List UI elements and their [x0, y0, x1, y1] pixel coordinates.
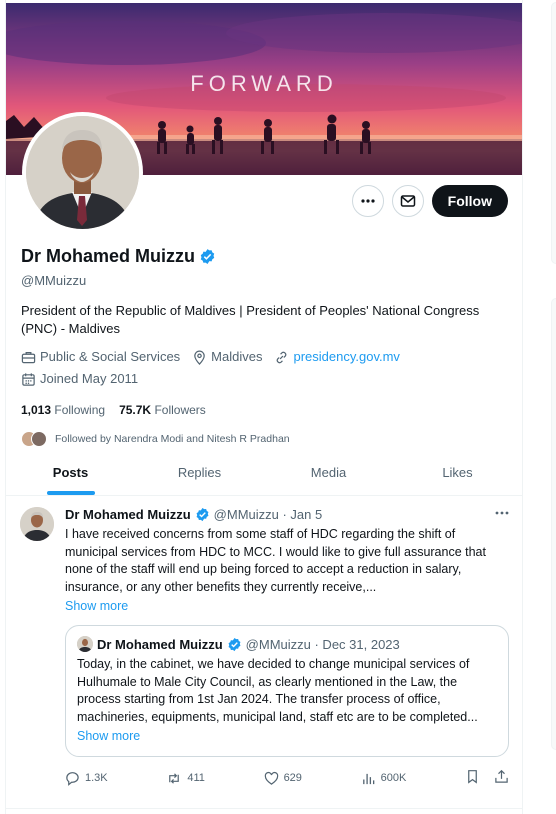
tweet-actions: 1.3K 411 629 600K	[65, 769, 509, 787]
like-count: 629	[283, 772, 302, 784]
followers-count: 75.7K	[119, 403, 152, 417]
tab-likes[interactable]: Likes	[393, 450, 522, 495]
heart-icon	[264, 771, 278, 785]
follow-counts: 1,013 Following 75.7K Followers	[21, 403, 511, 417]
tweet-text: I have received concerns from some staff…	[65, 527, 486, 594]
website-item[interactable]: presidency.gov.mv	[274, 348, 400, 366]
repost-count: 411	[187, 772, 205, 784]
message-button[interactable]	[391, 185, 424, 217]
avatar-image	[26, 116, 139, 229]
profile-info: Dr Mohamed Muizzu @MMuizzu President of …	[21, 246, 511, 447]
profile-tabs: Posts Replies Media Likes	[6, 450, 522, 496]
location-item: Maldives	[192, 348, 262, 366]
location-pin-icon	[194, 350, 205, 365]
bookmark-button[interactable]	[465, 769, 480, 787]
more-icon	[495, 511, 509, 515]
following-label: Following	[54, 403, 106, 417]
mail-icon	[400, 195, 415, 207]
calendar-icon	[22, 372, 35, 386]
followed-by-row[interactable]: Followed by Narendra Modi and Nitesh R P…	[21, 431, 511, 447]
tweet-handle-date[interactable]: @MMuizzu · Jan 5	[214, 507, 323, 522]
quoted-tweet-text: Today, in the cabinet, we have decided t…	[77, 657, 478, 724]
link-icon	[277, 351, 287, 363]
category-text: Public & Social Services	[40, 349, 181, 364]
tweet-avatar[interactable]	[20, 507, 54, 541]
right-sidebar-card	[551, 2, 556, 264]
reply-button[interactable]: 1.3K	[65, 769, 108, 787]
share-icon	[495, 769, 508, 783]
views-button[interactable]: 600K	[361, 769, 407, 787]
views-count: 600K	[380, 772, 407, 784]
tweet-show-more-link[interactable]: Show more	[65, 598, 510, 615]
more-icon	[361, 199, 375, 203]
quoted-tweet-show-more-link[interactable]: Show more	[77, 728, 497, 745]
followed-by-avatars	[21, 431, 47, 447]
tweet-author-name[interactable]: Dr Mohamed Muizzu	[65, 507, 191, 522]
followed-by-text: Followed by Narendra Modi and Nitesh R P…	[55, 433, 290, 445]
repost-button[interactable]: 411	[166, 769, 205, 787]
verified-badge-icon	[228, 637, 241, 651]
followers-label: Followers	[154, 403, 206, 417]
profile-name: Dr Mohamed Muizzu	[21, 246, 195, 266]
profile-handle: @MMuizzu	[21, 273, 87, 288]
more-options-button[interactable]	[351, 185, 384, 217]
category-item: Public & Social Services	[21, 348, 180, 366]
briefcase-icon	[21, 351, 36, 363]
follow-button[interactable]: Follow	[431, 185, 508, 217]
right-sidebar-card	[551, 298, 556, 750]
tweet-more-button[interactable]	[494, 505, 510, 524]
following-link[interactable]: 1,013 Following	[21, 403, 105, 417]
tweet-body: Dr Mohamed Muizzu @MMuizzu · Jan 5 I hav…	[65, 507, 510, 787]
follower-avatar	[31, 431, 47, 447]
quoted-tweet[interactable]: Dr Mohamed Muizzu @MMuizzu · Dec 31, 202…	[65, 625, 509, 757]
profile-meta: Public & Social Services Maldives presid…	[21, 348, 441, 388]
tab-media[interactable]: Media	[264, 450, 393, 495]
quoted-tweet-author-name: Dr Mohamed Muizzu	[97, 636, 223, 652]
tab-posts[interactable]: Posts	[6, 450, 135, 495]
followers-link[interactable]: 75.7K Followers	[119, 403, 206, 417]
tweet-extra-actions	[465, 769, 509, 787]
joined-item: Joined May 2011	[21, 370, 138, 388]
profile-bio: President of the Republic of Maldives | …	[21, 303, 480, 336]
verified-badge-icon	[196, 507, 209, 522]
reply-icon	[66, 771, 79, 786]
following-count: 1,013	[21, 403, 52, 417]
tab-replies[interactable]: Replies	[135, 450, 264, 495]
location-text: Maldives	[211, 349, 263, 364]
profile-avatar[interactable]	[22, 112, 143, 233]
analytics-icon	[362, 773, 374, 784]
quoted-tweet-header: Dr Mohamed Muizzu @MMuizzu · Dec 31, 202…	[77, 636, 497, 652]
profile-column: FORWARD Follow Dr Mohamed Muizzu @MMuizz…	[5, 0, 523, 814]
profile-actions: Follow	[351, 185, 508, 217]
website-link[interactable]: presidency.gov.mv	[293, 348, 399, 366]
tweet[interactable]: Dr Mohamed Muizzu @MMuizzu · Jan 5 I hav…	[6, 497, 522, 809]
bookmark-icon	[468, 770, 477, 784]
banner-caption: FORWARD	[190, 71, 338, 96]
quoted-tweet-avatar	[77, 636, 93, 652]
share-button[interactable]	[494, 769, 509, 787]
repost-icon	[169, 772, 180, 784]
reply-count: 1.3K	[85, 772, 108, 784]
verified-badge-icon[interactable]	[199, 248, 216, 265]
tweet-header: Dr Mohamed Muizzu @MMuizzu · Jan 5	[65, 507, 510, 522]
quoted-tweet-handle-date: @MMuizzu · Dec 31, 2023	[245, 636, 400, 652]
like-button[interactable]: 629	[264, 769, 302, 787]
joined-text: Joined May 2011	[40, 371, 139, 386]
